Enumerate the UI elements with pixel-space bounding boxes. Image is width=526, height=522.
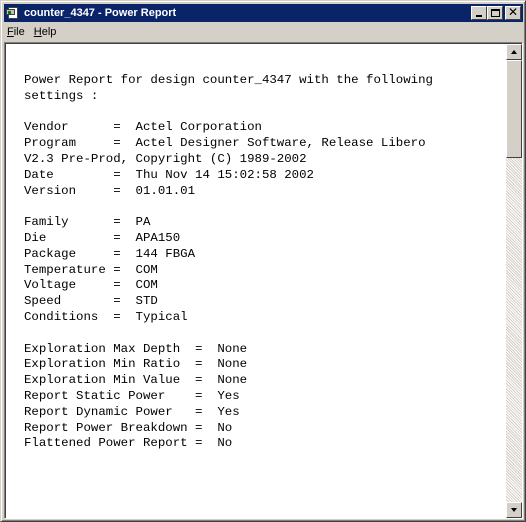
report-panel: Power Report for design counter_4347 wit… xyxy=(4,42,523,519)
scroll-down-arrow-icon xyxy=(511,508,517,512)
report-text[interactable]: Power Report for design counter_4347 wit… xyxy=(24,73,512,452)
title-bar[interactable]: counter_4347 - Power Report ✕ xyxy=(4,4,523,22)
scroll-down-button[interactable] xyxy=(506,502,522,518)
report-line: settings : xyxy=(24,88,99,103)
scroll-up-button[interactable] xyxy=(506,44,522,60)
menu-bar: File Help xyxy=(4,23,523,41)
report-line: Exploration Min Value = None xyxy=(24,373,248,388)
minimize-button[interactable] xyxy=(471,6,487,20)
report-line: Report Dynamic Power = Yes xyxy=(24,404,240,419)
report-line: Flattened Power Report = No xyxy=(24,436,233,451)
vertical-scrollbar[interactable] xyxy=(506,44,522,518)
report-line: Version = 01.01.01 xyxy=(24,183,196,198)
report-line: Exploration Min Ratio = None xyxy=(24,357,248,372)
scroll-thumb[interactable] xyxy=(506,60,522,158)
report-line: Program = Actel Designer Software, Relea… xyxy=(24,136,426,151)
report-blank-line xyxy=(24,326,512,342)
scroll-up-arrow-icon xyxy=(511,50,517,54)
report-line: Conditions = Typical xyxy=(24,309,188,324)
report-line: Power Report for design counter_4347 wit… xyxy=(24,73,433,87)
report-line: Voltage = COM xyxy=(24,278,158,293)
maximize-icon xyxy=(491,9,500,17)
report-blank-line xyxy=(24,105,512,121)
report-line: Die = APA150 xyxy=(24,230,181,245)
app-icon[interactable] xyxy=(6,6,20,20)
report-line: Speed = STD xyxy=(24,294,158,309)
power-report-window: counter_4347 - Power Report ✕ File Help … xyxy=(0,0,526,522)
menu-help[interactable]: Help xyxy=(31,26,63,38)
close-button[interactable]: ✕ xyxy=(505,5,521,20)
report-line: Exploration Max Depth = None xyxy=(24,341,248,356)
close-icon: ✕ xyxy=(507,5,519,19)
report-line: Report Static Power = Yes xyxy=(24,388,240,403)
report-line: Report Power Breakdown = No xyxy=(24,420,233,435)
report-blank-line xyxy=(24,199,512,215)
minimize-icon xyxy=(476,15,482,17)
report-line: Package = 144 FBGA xyxy=(24,246,196,261)
report-line: V2.3 Pre-Prod, Copyright (C) 1989-2002 xyxy=(24,151,307,166)
report-line: Family = PA xyxy=(24,215,151,230)
report-line: Temperature = COM xyxy=(24,262,158,277)
menu-file[interactable]: File xyxy=(4,26,31,38)
maximize-button[interactable] xyxy=(487,6,503,20)
report-line: Vendor = Actel Corporation xyxy=(24,120,262,135)
window-title: counter_4347 - Power Report xyxy=(24,7,177,19)
report-line: Date = Thu Nov 14 15:02:58 2002 xyxy=(24,167,314,182)
